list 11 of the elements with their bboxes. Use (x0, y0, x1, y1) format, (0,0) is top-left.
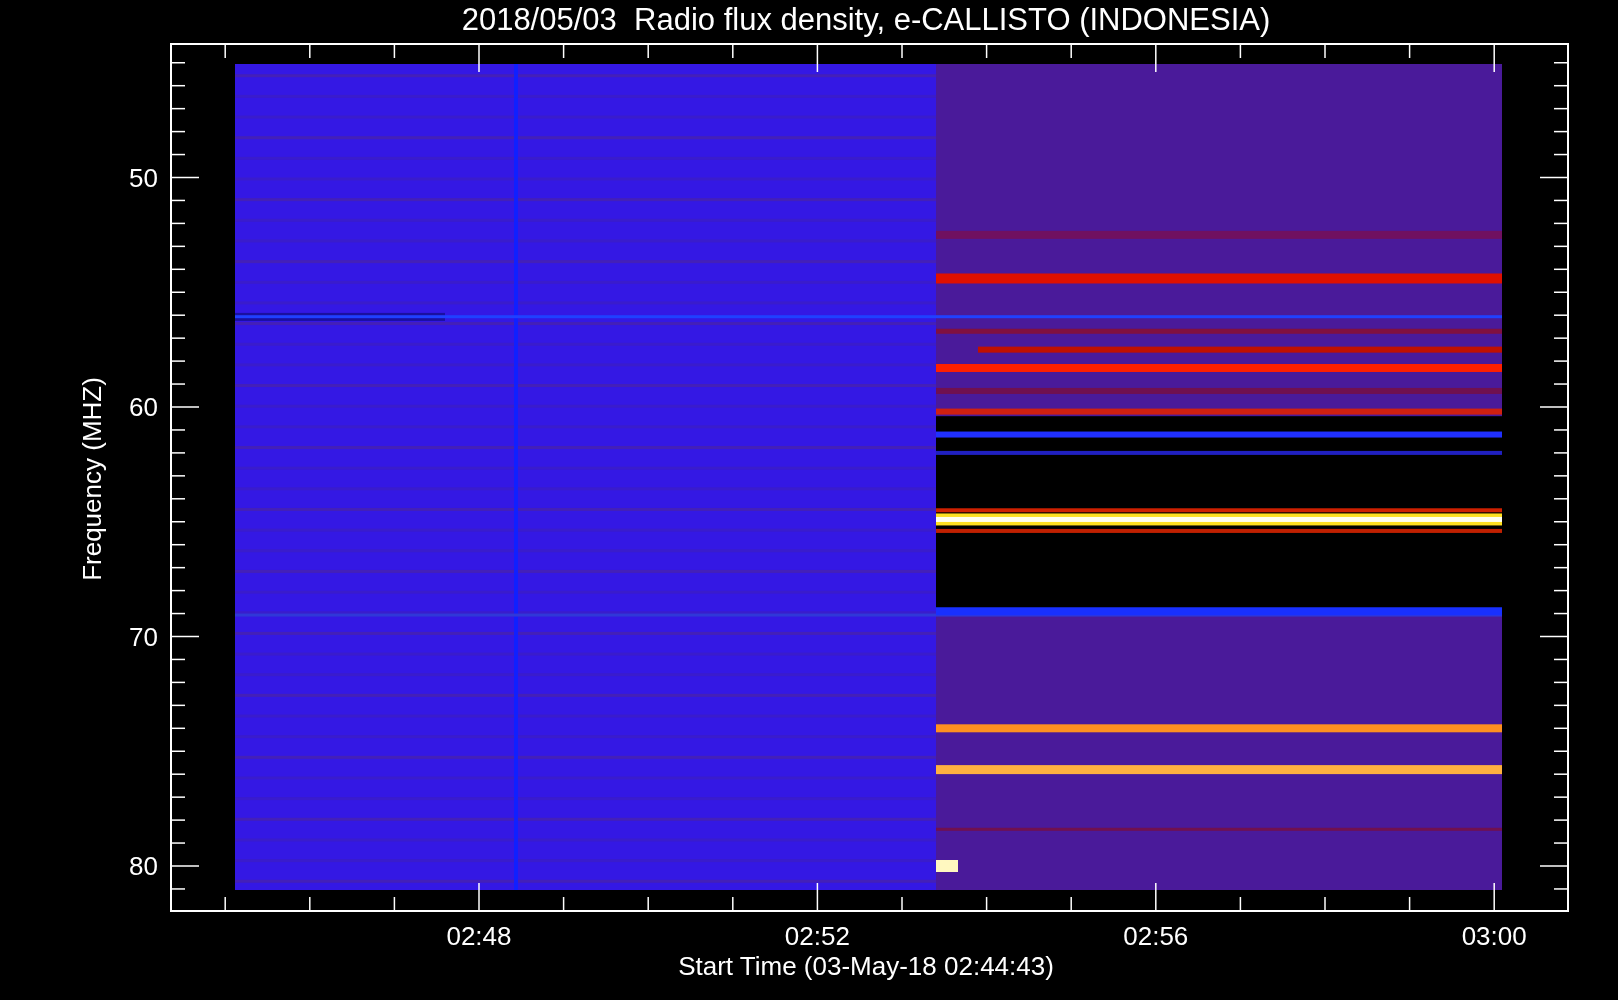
axis-tick-label: 03:00 (1461, 921, 1527, 951)
axis-tick-label: 50 (129, 162, 158, 193)
chart-title: 2018/05/03 Radio flux density, e-CALLISTO (INDONESIA) (461, 2, 1271, 37)
axis-tick-label: 70 (129, 621, 158, 652)
axis-tick-label: 02:52 (784, 921, 850, 951)
axis-tick-label: 02:56 (1123, 921, 1189, 951)
axis-tick-label: 02:48 (446, 921, 512, 951)
axis-tick-label: 60 (129, 392, 158, 422)
axis-title: Frequency (MHZ) (77, 377, 107, 581)
axis-title: Start Time (03-May-18 02:44:43) (678, 951, 1054, 981)
axis-tick-label: 80 (129, 851, 158, 881)
